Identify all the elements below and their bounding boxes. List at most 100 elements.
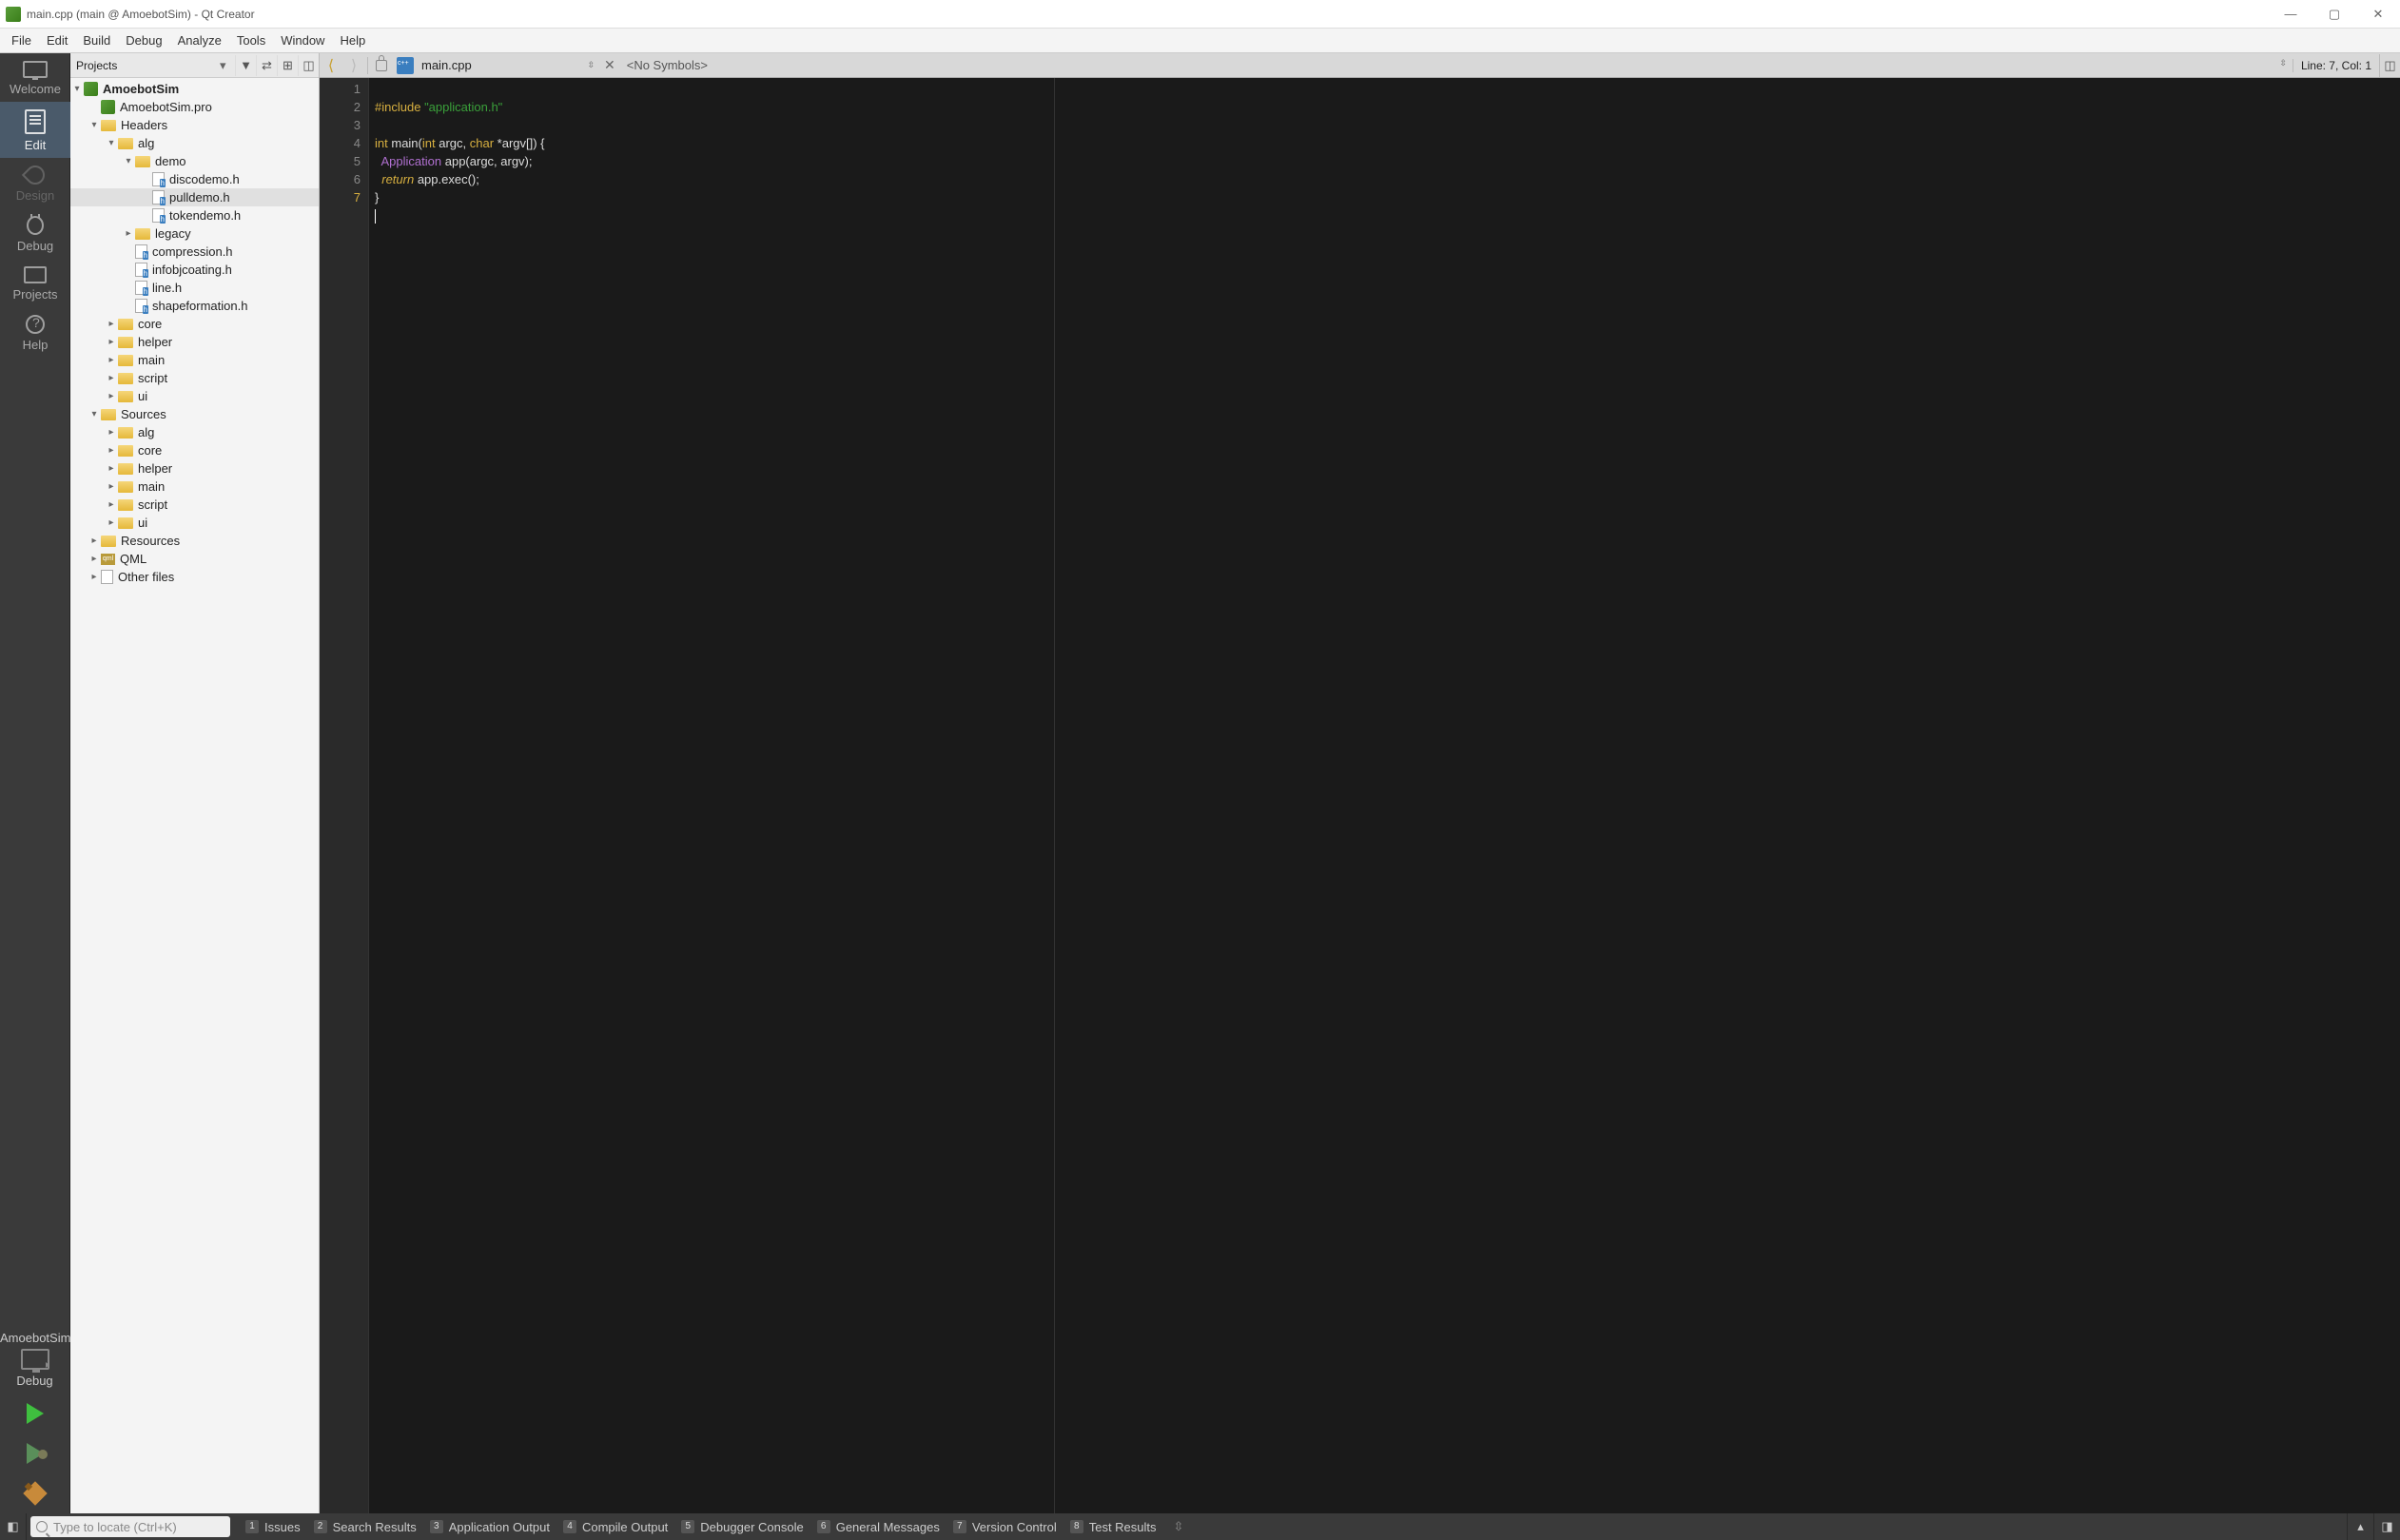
tree-script[interactable]: ▸ script — [70, 369, 319, 387]
tree-file[interactable]: infobjcoating.h — [70, 261, 319, 279]
tree-file[interactable]: compression.h — [70, 243, 319, 261]
menu-window[interactable]: Window — [273, 30, 332, 50]
run-button[interactable] — [0, 1394, 69, 1433]
mode-label: Projects — [13, 287, 58, 302]
menu-file[interactable]: File — [4, 30, 39, 50]
tree-label: core — [138, 443, 162, 458]
tree-ui[interactable]: ▸ ui — [70, 387, 319, 405]
code-text[interactable]: #include "application.h" int main(int ar… — [369, 78, 2400, 1513]
output-issues[interactable]: 1Issues — [245, 1519, 301, 1534]
tree-file[interactable]: discodemo.h — [70, 170, 319, 188]
toggle-sidebar-button[interactable]: ◧ — [0, 1513, 27, 1540]
tree-label: discodemo.h — [169, 172, 240, 186]
tree-alg[interactable]: ▾ alg — [70, 134, 319, 152]
menu-build[interactable]: Build — [75, 30, 118, 50]
tree-pro-file[interactable]: ▸ AmoebotSim.pro — [70, 98, 319, 116]
symbols-selector[interactable]: <No Symbols> ⇳ — [621, 56, 2293, 74]
app-icon — [6, 7, 21, 22]
chevron-updown-icon[interactable]: ⇳ — [1174, 1519, 1184, 1534]
tree-label: compression.h — [152, 244, 233, 259]
close-document-button[interactable]: ✕ — [598, 57, 621, 73]
tree-label: main — [138, 353, 165, 367]
tree-label: line.h — [152, 281, 182, 295]
tree-sources[interactable]: ▾ Sources — [70, 405, 319, 423]
tree-demo[interactable]: ▾ demo — [70, 152, 319, 170]
folder-icon — [101, 409, 116, 420]
help-icon — [26, 315, 45, 334]
cpp-file-icon — [397, 57, 414, 74]
tree-label: Headers — [121, 118, 167, 132]
project-tree[interactable]: ▾ AmoebotSim ▸ AmoebotSim.pro ▾ Headers … — [70, 78, 319, 1513]
run-debug-button[interactable] — [0, 1433, 69, 1473]
folder-icon — [118, 138, 133, 149]
tree-headers[interactable]: ▾ Headers — [70, 116, 319, 134]
tree-main[interactable]: ▸ main — [70, 351, 319, 369]
output-tests[interactable]: 8Test Results — [1070, 1519, 1157, 1534]
output-general[interactable]: 6General Messages — [817, 1519, 940, 1534]
folder-icon — [118, 337, 133, 348]
filter-button[interactable]: ▼ — [235, 55, 256, 76]
menu-analyze[interactable]: Analyze — [170, 30, 229, 50]
output-vcs[interactable]: 7Version Control — [953, 1519, 1057, 1534]
menu-debug[interactable]: Debug — [118, 30, 169, 50]
build-button[interactable] — [0, 1473, 69, 1513]
mode-design[interactable]: Design — [0, 158, 70, 208]
split-button[interactable]: ◫ — [298, 55, 319, 76]
tree-resources[interactable]: ▸ Resources — [70, 532, 319, 550]
tree-other[interactable]: ▸ Other files — [70, 568, 319, 586]
split-editor-button[interactable]: ◫ — [2379, 54, 2400, 77]
add-button[interactable]: ⊞ — [277, 55, 298, 76]
readonly-toggle[interactable] — [370, 54, 393, 77]
tree-root[interactable]: ▾ AmoebotSim — [70, 80, 319, 98]
close-button[interactable]: ✕ — [2356, 0, 2400, 29]
tree-file[interactable]: pulldemo.h — [70, 188, 319, 206]
open-file-name: main.cpp — [421, 58, 472, 72]
nav-back-button[interactable]: ⟨ — [320, 54, 342, 77]
edit-icon — [25, 109, 46, 134]
tree-s-main[interactable]: ▸ main — [70, 478, 319, 496]
menu-help[interactable]: Help — [332, 30, 373, 50]
mode-edit[interactable]: Edit — [0, 102, 70, 158]
target-selector[interactable]: AmoebotSim Debug — [0, 1325, 69, 1394]
code-area[interactable]: 1 2 3 4 5 6 7 #include "application.h" i… — [320, 78, 2400, 1513]
tree-s-script[interactable]: ▸ script — [70, 496, 319, 514]
output-app[interactable]: 3Application Output — [430, 1519, 550, 1534]
tree-core[interactable]: ▸ core — [70, 315, 319, 333]
mode-debug[interactable]: Debug — [0, 208, 70, 259]
nav-forward-button[interactable]: ⟩ — [342, 54, 365, 77]
debug-icon — [27, 216, 44, 235]
chevron-updown-icon: ⇳ — [587, 60, 595, 70]
menu-tools[interactable]: Tools — [229, 30, 273, 50]
output-expand-button[interactable]: ▴ — [2347, 1513, 2373, 1540]
tree-qml[interactable]: ▸qml QML — [70, 550, 319, 568]
play-debug-icon — [27, 1443, 44, 1464]
tree-file[interactable]: line.h — [70, 279, 319, 297]
line-gutter: 1 2 3 4 5 6 7 — [320, 78, 369, 1513]
minimize-button[interactable]: — — [2269, 0, 2312, 29]
output-compile[interactable]: 4Compile Output — [563, 1519, 668, 1534]
tree-s-helper[interactable]: ▸ helper — [70, 459, 319, 478]
tree-file[interactable]: tokendemo.h — [70, 206, 319, 224]
tree-legacy[interactable]: ▸ legacy — [70, 224, 319, 243]
line-col-indicator[interactable]: Line: 7, Col: 1 — [2293, 59, 2379, 72]
projects-selector[interactable]: Projects — [76, 59, 220, 72]
tree-file[interactable]: shapeformation.h — [70, 297, 319, 315]
menu-edit[interactable]: Edit — [39, 30, 75, 50]
link-button[interactable]: ⇄ — [256, 55, 277, 76]
chevron-down-icon[interactable]: ▾ — [220, 58, 231, 73]
maximize-button[interactable]: ▢ — [2312, 0, 2356, 29]
tree-s-ui[interactable]: ▸ ui — [70, 514, 319, 532]
mode-projects[interactable]: Projects — [0, 259, 70, 307]
output-search[interactable]: 2Search Results — [314, 1519, 417, 1534]
h-file-icon — [135, 299, 147, 313]
mode-welcome[interactable]: Welcome — [0, 53, 70, 102]
locator-input[interactable]: Type to locate (Ctrl+K) — [30, 1516, 230, 1537]
tree-helper[interactable]: ▸ helper — [70, 333, 319, 351]
tree-label: helper — [138, 335, 172, 349]
toggle-right-sidebar-button[interactable]: ◨ — [2373, 1513, 2400, 1540]
tree-s-core[interactable]: ▸ core — [70, 441, 319, 459]
open-file-selector[interactable]: main.cpp ⇳ — [418, 56, 598, 74]
mode-help[interactable]: Help — [0, 307, 70, 358]
output-debugger[interactable]: 5Debugger Console — [681, 1519, 803, 1534]
tree-s-alg[interactable]: ▸ alg — [70, 423, 319, 441]
